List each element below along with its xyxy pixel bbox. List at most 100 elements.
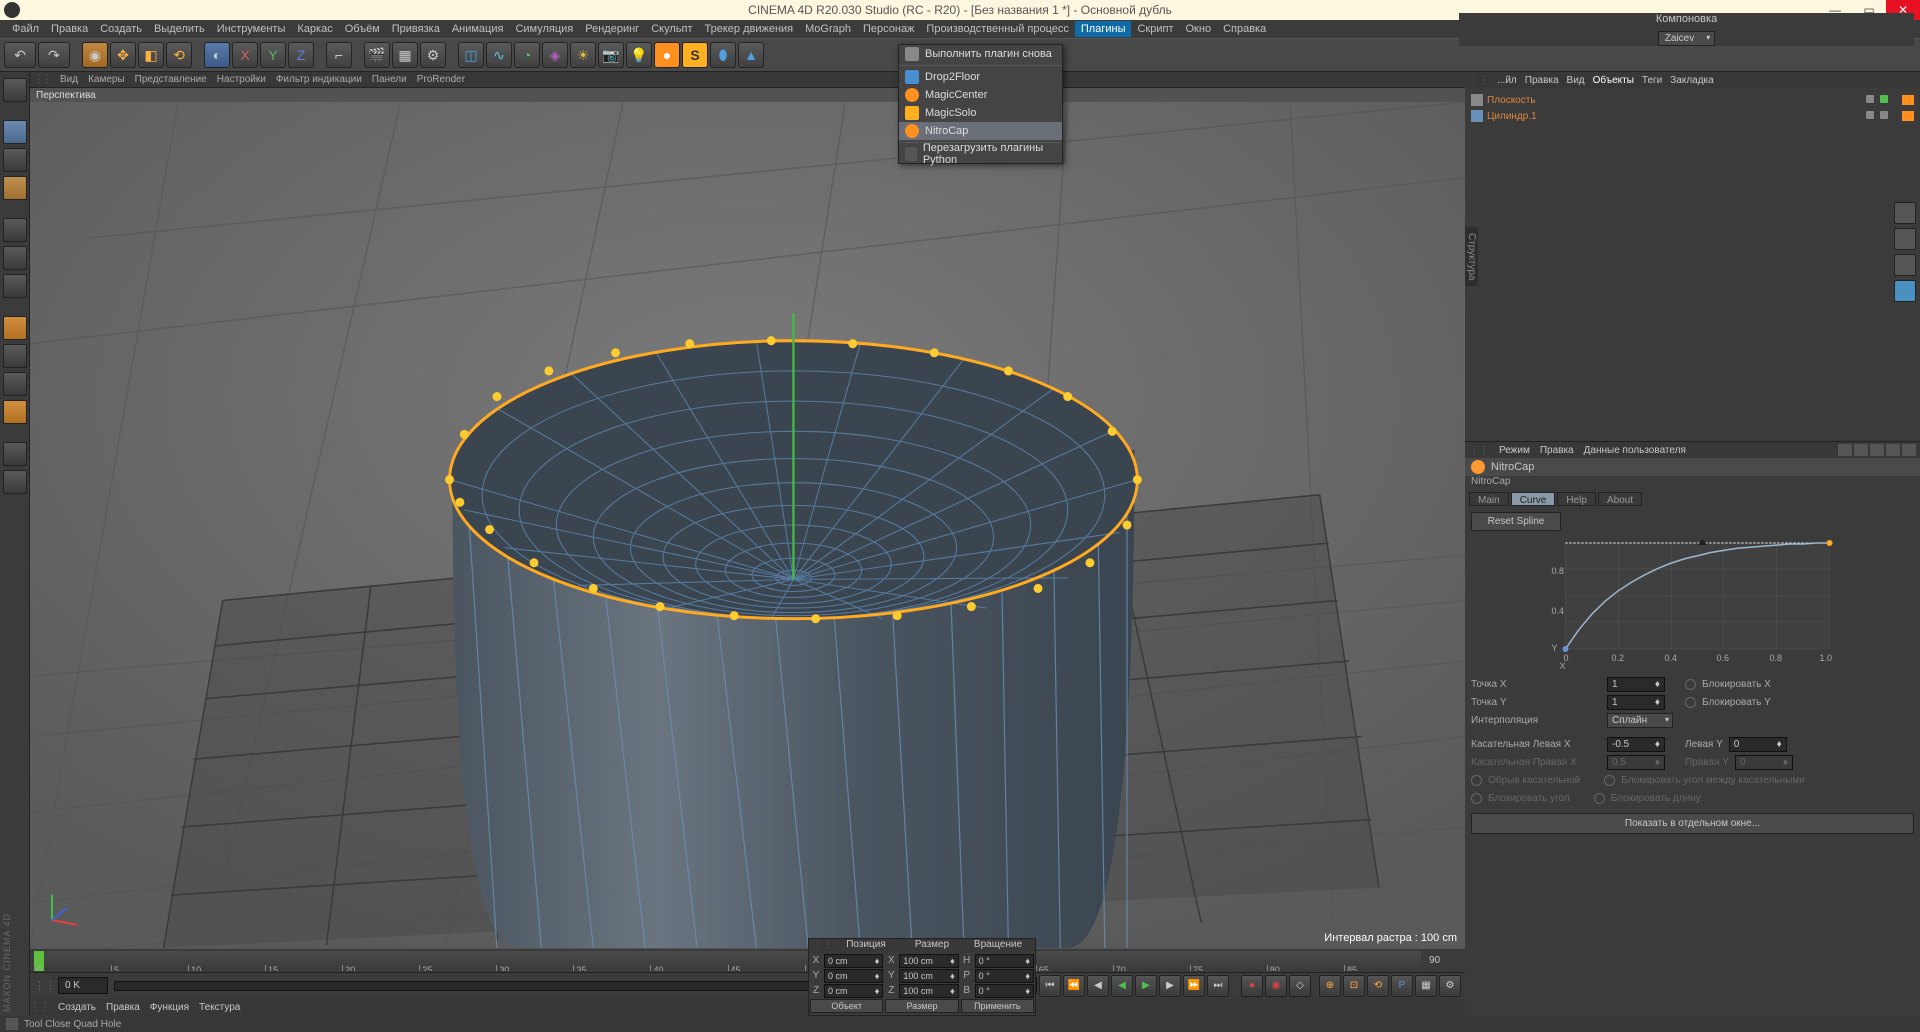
vp-display[interactable]: Представление	[135, 74, 207, 85]
viewport[interactable]: Интервал растра : 100 cm	[30, 102, 1465, 948]
menu-select[interactable]: Выделить	[148, 21, 211, 37]
attr-edit[interactable]: Правка	[1540, 445, 1574, 456]
menu-tracker[interactable]: Трекер движения	[699, 21, 800, 37]
om-objects[interactable]: Объекты	[1593, 75, 1634, 86]
point-y-field[interactable]: 1♦	[1607, 695, 1665, 710]
camera[interactable]: 📷	[598, 42, 624, 68]
tab-about[interactable]: About	[1598, 492, 1642, 506]
mat-edit[interactable]: Правка	[106, 1002, 140, 1013]
tweak-mode[interactable]	[3, 344, 27, 368]
coord-system[interactable]: ⌐	[326, 42, 352, 68]
object-row-cylinder[interactable]: Цилиндр.1	[1471, 108, 1914, 124]
nitrocap-icon[interactable]: ●	[654, 42, 680, 68]
rotate-tool[interactable]: ⟲	[166, 42, 192, 68]
coord-size-Z[interactable]: 100 cm♦	[899, 984, 958, 998]
redo-button[interactable]: ↷	[38, 42, 70, 68]
om-filter1[interactable]	[1894, 228, 1916, 250]
menu-volume[interactable]: Объём	[339, 21, 386, 37]
attr-nav-fwd[interactable]	[1854, 444, 1868, 456]
menu-script[interactable]: Скрипт	[1131, 21, 1179, 37]
coord-pos-Y[interactable]: 0 cm♦	[824, 969, 883, 983]
last-tool[interactable]: ◐	[204, 42, 230, 68]
menu-character[interactable]: Персонаж	[857, 21, 920, 37]
play-backward[interactable]: ◀	[1111, 975, 1133, 997]
prev-frame[interactable]: ◀	[1087, 975, 1109, 997]
make-editable[interactable]	[3, 78, 27, 102]
vp-prorender[interactable]: ProRender	[417, 74, 465, 85]
menu-plugins[interactable]: Плагины	[1075, 21, 1132, 37]
mat-texture[interactable]: Текстура	[199, 1002, 240, 1013]
menu-render[interactable]: Рендеринг	[579, 21, 645, 37]
range-slider[interactable]	[114, 981, 877, 991]
select-tool[interactable]: ◉	[82, 42, 108, 68]
menu-simulate[interactable]: Симуляция	[509, 21, 579, 37]
om-tags[interactable]: Теги	[1642, 75, 1662, 86]
menu-mograph[interactable]: MoGraph	[799, 21, 857, 37]
layout-combo[interactable]: Zaicev	[1658, 31, 1715, 46]
autokey-button[interactable]: ◉	[1265, 975, 1287, 997]
next-frame[interactable]: ▶	[1159, 975, 1181, 997]
goto-prevkey[interactable]: ⏪	[1063, 975, 1085, 997]
timeline-ruler[interactable]: 051015202530354045505560657075808590	[34, 951, 1421, 971]
key-pos[interactable]: ⊕	[1319, 975, 1341, 997]
curve-editor[interactable]: 0.8 0.4 Y 0 0.2 0.4 0.6 0.8 1.0 X	[1471, 539, 1914, 669]
generator[interactable]: ◔	[514, 42, 540, 68]
spline-primitive[interactable]: ∿	[486, 42, 512, 68]
om-edit[interactable]: Правка	[1525, 75, 1559, 86]
reset-spline-button[interactable]: Reset Spline	[1471, 512, 1561, 531]
lock-len-checkbox[interactable]	[1594, 793, 1605, 804]
vp-panels[interactable]: Панели	[372, 74, 407, 85]
coord-pos-Z[interactable]: 0 cm♦	[824, 984, 883, 998]
vp-options[interactable]: Настройки	[217, 74, 266, 85]
render-settings[interactable]: ⚙	[420, 42, 446, 68]
menu-animate[interactable]: Анимация	[446, 21, 510, 37]
magicsolo-icon[interactable]: S	[682, 42, 708, 68]
menu-snap[interactable]: Привязка	[386, 21, 446, 37]
edge-mode[interactable]	[3, 246, 27, 270]
coord-size-X[interactable]: 100 cm♦	[899, 954, 958, 968]
pyramid-icon[interactable]: ▲	[738, 42, 764, 68]
tan-left-x-field[interactable]: -0.5♦	[1607, 737, 1665, 752]
plugin-rerun[interactable]: Выполнить плагин снова	[899, 45, 1062, 63]
attr-nav-up[interactable]	[1870, 444, 1884, 456]
point-mode[interactable]	[3, 218, 27, 242]
object-row-plane[interactable]: Плоскость	[1471, 92, 1914, 108]
plugin-drop2floor[interactable]: Drop2Floor	[899, 68, 1062, 86]
axis-x[interactable]: X	[232, 42, 258, 68]
coord-object-mode[interactable]: Объект	[810, 999, 883, 1013]
cube-primitive[interactable]: ◫	[458, 42, 484, 68]
key-param[interactable]: P	[1391, 975, 1413, 997]
break-tan-checkbox[interactable]	[1471, 775, 1482, 786]
axis-y[interactable]: Y	[260, 42, 286, 68]
timeline[interactable]: 051015202530354045505560657075808590 90	[30, 948, 1465, 972]
keyframe-sel[interactable]: ◇	[1289, 975, 1311, 997]
undo-button[interactable]: ↶	[4, 42, 36, 68]
record-button[interactable]: ●	[1241, 975, 1263, 997]
frame-start[interactable]: 0 K	[58, 977, 108, 994]
play-forward[interactable]: ▶	[1135, 975, 1157, 997]
render-view[interactable]: 🎬	[364, 42, 390, 68]
polygon-mode[interactable]	[3, 274, 27, 298]
menu-window[interactable]: Окно	[1180, 21, 1218, 37]
attr-lock[interactable]	[1886, 444, 1900, 456]
viewport-solo[interactable]	[3, 470, 27, 494]
coord-rot-X[interactable]: 0 °♦	[975, 954, 1034, 968]
lock-angle-checkbox[interactable]	[1471, 793, 1482, 804]
axis-z[interactable]: Z	[288, 42, 314, 68]
plugin-magicsolo[interactable]: MagicSolo	[899, 104, 1062, 122]
axis-mode[interactable]	[3, 316, 27, 340]
vp-filter[interactable]: Фильтр индикации	[276, 74, 362, 85]
deformer[interactable]: ◈	[542, 42, 568, 68]
workplane-snap[interactable]	[3, 400, 27, 424]
key-scale[interactable]: ⊡	[1343, 975, 1365, 997]
render-region[interactable]: ▦	[392, 42, 418, 68]
vp-cameras[interactable]: Камеры	[88, 74, 125, 85]
om-trash[interactable]	[1894, 280, 1916, 302]
left-y-field[interactable]: 0♦	[1729, 737, 1787, 752]
attr-userdata[interactable]: Данные пользователя	[1584, 445, 1686, 456]
plugin-magiccenter[interactable]: MagicCenter	[899, 86, 1062, 104]
vp-view[interactable]: Вид	[60, 74, 78, 85]
menu-pipeline[interactable]: Производственный процесс	[920, 21, 1074, 37]
menu-sculpt[interactable]: Скульпт	[645, 21, 698, 37]
key-pla[interactable]: ▦	[1415, 975, 1437, 997]
